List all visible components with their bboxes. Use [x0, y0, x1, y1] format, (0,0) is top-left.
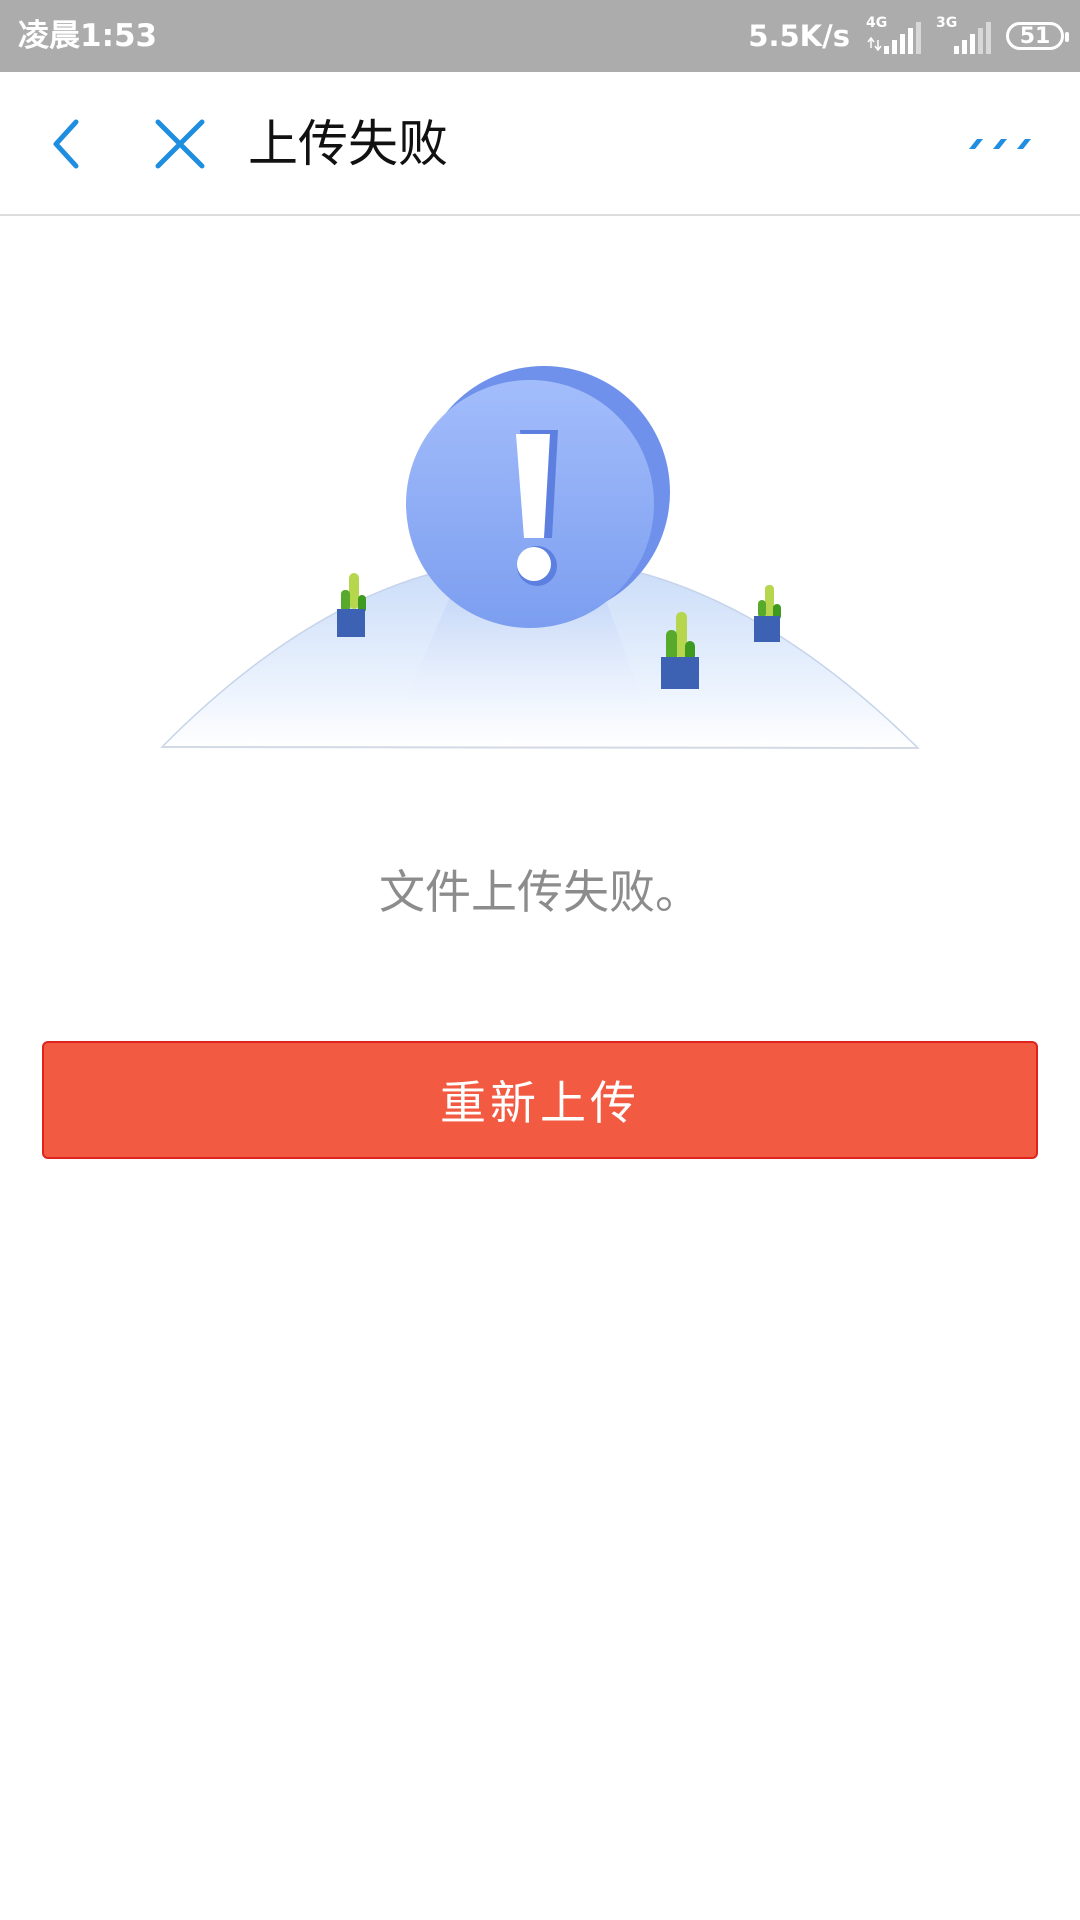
upload-failed-illustration	[160, 366, 920, 749]
upload-failed-message: 文件上传失败。	[379, 865, 701, 919]
more-button[interactable]	[954, 108, 1044, 180]
navigation-bar: 上传失败	[0, 72, 1080, 216]
retry-upload-button[interactable]: 重新上传	[42, 1041, 1038, 1159]
close-icon	[155, 119, 205, 169]
back-button[interactable]	[30, 108, 102, 180]
exclamation-icon	[516, 430, 558, 586]
battery-level: 51	[1019, 23, 1051, 49]
plant-right-icon	[754, 585, 781, 642]
page-title: 上传失败	[248, 115, 448, 173]
more-dots-icon	[969, 139, 1031, 149]
screen: 凌晨1:53 5.5K/s 4G 3G 51 上传失败 文件上传失败。 重新上传	[0, 0, 1080, 1920]
status-time: 凌晨1:53	[18, 18, 158, 54]
status-bar: 凌晨1:53 5.5K/s 4G 3G 51	[0, 0, 1080, 72]
signal-3g-icon: 3G	[936, 16, 992, 56]
close-button[interactable]	[144, 108, 216, 180]
signal-4g-icon: 4G	[866, 16, 922, 56]
battery-icon: 51	[1006, 22, 1069, 50]
chevron-left-icon	[53, 119, 79, 169]
status-indicators: 5.5K/s 4G 3G 51	[748, 12, 1069, 60]
retry-upload-label: 重新上传	[440, 1076, 640, 1130]
network-speed: 5.5K/s	[748, 19, 850, 53]
plant-left-icon	[337, 573, 366, 637]
